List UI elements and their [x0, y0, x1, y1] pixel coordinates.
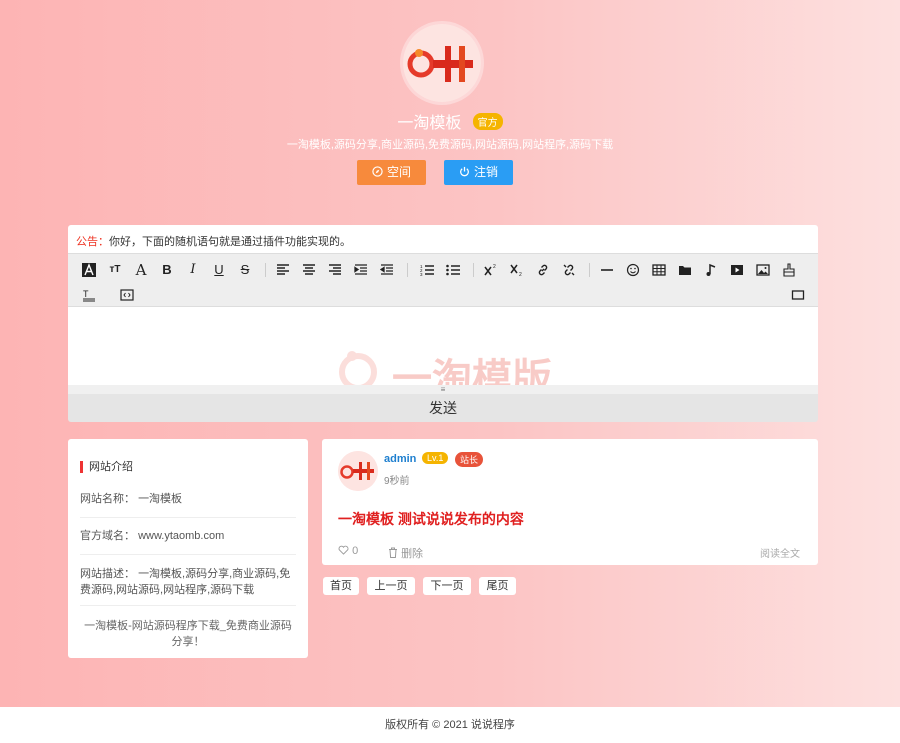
italic-icon[interactable]: I — [184, 261, 202, 279]
pager-next[interactable]: 下一页 — [423, 577, 471, 595]
table-icon[interactable] — [650, 261, 668, 279]
space-button-label: 空间 — [386, 165, 411, 179]
post-username[interactable]: admin — [384, 453, 416, 465]
domain-label: 官方域名： — [80, 530, 135, 542]
post-content: 一淘模板 测试说说发布的内容 — [338, 511, 524, 527]
post-card: admin Lv.1 站长 9秒前 一淘模板 测试说说发布的内容 0 删除 阅读… — [322, 439, 818, 565]
power-icon — [459, 160, 470, 185]
bullet-list-icon[interactable] — [444, 261, 462, 279]
delete-label: 删除 — [401, 548, 424, 560]
align-right-icon[interactable] — [326, 261, 344, 279]
editor-resize-handle[interactable]: ≡ — [68, 385, 818, 394]
svg-text:T: T — [83, 289, 89, 299]
level-badge: Lv.1 — [422, 452, 449, 464]
read-more-link[interactable]: 阅读全文 — [760, 545, 800, 560]
horizontal-rule-icon[interactable] — [598, 261, 616, 279]
site-name-label: 网站名称： — [80, 493, 135, 505]
site-name: 一淘模板 — [397, 115, 462, 132]
align-left-icon[interactable] — [274, 261, 292, 279]
domain-row: 官方域名： www.ytaomb.com — [80, 528, 296, 544]
bold-icon[interactable]: B — [158, 261, 176, 279]
trash-icon — [389, 547, 397, 558]
pager-last[interactable]: 尾页 — [479, 577, 516, 595]
delete-button[interactable]: 删除 — [388, 545, 423, 561]
strikethrough-icon[interactable]: S — [236, 261, 254, 279]
announcement-bar: 公告：你好，下面的随机语句就是通过插件功能实现的。 — [68, 225, 818, 253]
outdent-icon[interactable] — [378, 261, 396, 279]
announcement-text: 你好，下面的随机语句就是通过插件功能实现的。 — [109, 236, 351, 248]
official-badge: 官方 — [472, 112, 503, 130]
code-icon[interactable] — [118, 286, 136, 304]
domain-value: www.ytaomb.com — [138, 530, 225, 542]
page-footer: 版权所有 © 2021 说说程序 — [0, 707, 900, 743]
space-button[interactable]: 空间 — [357, 160, 426, 185]
emoji-icon[interactable] — [624, 261, 642, 279]
underline-icon[interactable]: U — [210, 261, 228, 279]
font-color-icon[interactable] — [80, 261, 98, 279]
site-title-row: 一淘模板 官方 — [0, 109, 900, 133]
site-name-value: 一淘模板 — [138, 493, 183, 505]
site-info-title: 网站介绍 — [80, 461, 133, 473]
site-description: 一淘模板,源码分享,商业源码,免费源码,网站源码,网站程序,源码下载 — [286, 139, 614, 151]
font-size-icon[interactable]: тT — [106, 261, 124, 279]
music-icon[interactable] — [702, 261, 720, 279]
svg-text:2: 2 — [519, 272, 522, 277]
folder-icon[interactable] — [676, 261, 694, 279]
logout-button[interactable]: 注销 — [444, 160, 513, 185]
indent-icon[interactable] — [352, 261, 370, 279]
pager-prev[interactable]: 上一页 — [367, 577, 415, 595]
video-icon[interactable] — [728, 261, 746, 279]
remove-format-icon[interactable]: T — [80, 286, 98, 304]
post-timestamp: 9秒前 — [384, 476, 410, 487]
logout-button-label: 注销 — [473, 165, 498, 179]
link-icon[interactable] — [534, 261, 552, 279]
align-center-icon[interactable] — [300, 261, 318, 279]
role-badge: 站长 — [455, 452, 484, 467]
subscript-icon[interactable]: 2 — [508, 261, 526, 279]
like-count: 0 — [352, 545, 359, 557]
send-button[interactable]: 发送 — [68, 394, 818, 422]
compass-icon — [372, 160, 383, 185]
unlink-icon[interactable] — [560, 261, 578, 279]
site-name-row: 网站名称： 一淘模板 — [80, 491, 296, 507]
site-tagline: 一淘模板-网站源码程序下载_免费商业源码分享！ — [84, 620, 292, 648]
site-logo — [403, 24, 481, 102]
superscript-icon[interactable]: 2 — [482, 261, 500, 279]
svg-text:2: 2 — [493, 264, 496, 270]
clear-format-icon[interactable] — [780, 261, 798, 279]
editor-toolbar: тT A B I U S 123 2 2 T — [68, 253, 818, 307]
svg-text:3: 3 — [420, 272, 423, 277]
ordered-list-icon[interactable]: 123 — [418, 261, 436, 279]
heart-icon — [338, 545, 349, 555]
avatar[interactable] — [338, 451, 378, 491]
description-label: 网站描述： — [80, 568, 135, 580]
pager-first[interactable]: 首页 — [323, 577, 359, 595]
image-icon[interactable] — [754, 261, 772, 279]
announcement-label: 公告： — [76, 236, 109, 248]
like-button[interactable]: 0 — [338, 545, 358, 557]
description-row: 网站描述： 一淘模板,源码分享,商业源码,免费源码,网站源码,网站程序,源码下载 — [80, 566, 296, 598]
font-family-icon[interactable]: A — [132, 261, 150, 279]
fullscreen-icon[interactable] — [789, 286, 807, 304]
